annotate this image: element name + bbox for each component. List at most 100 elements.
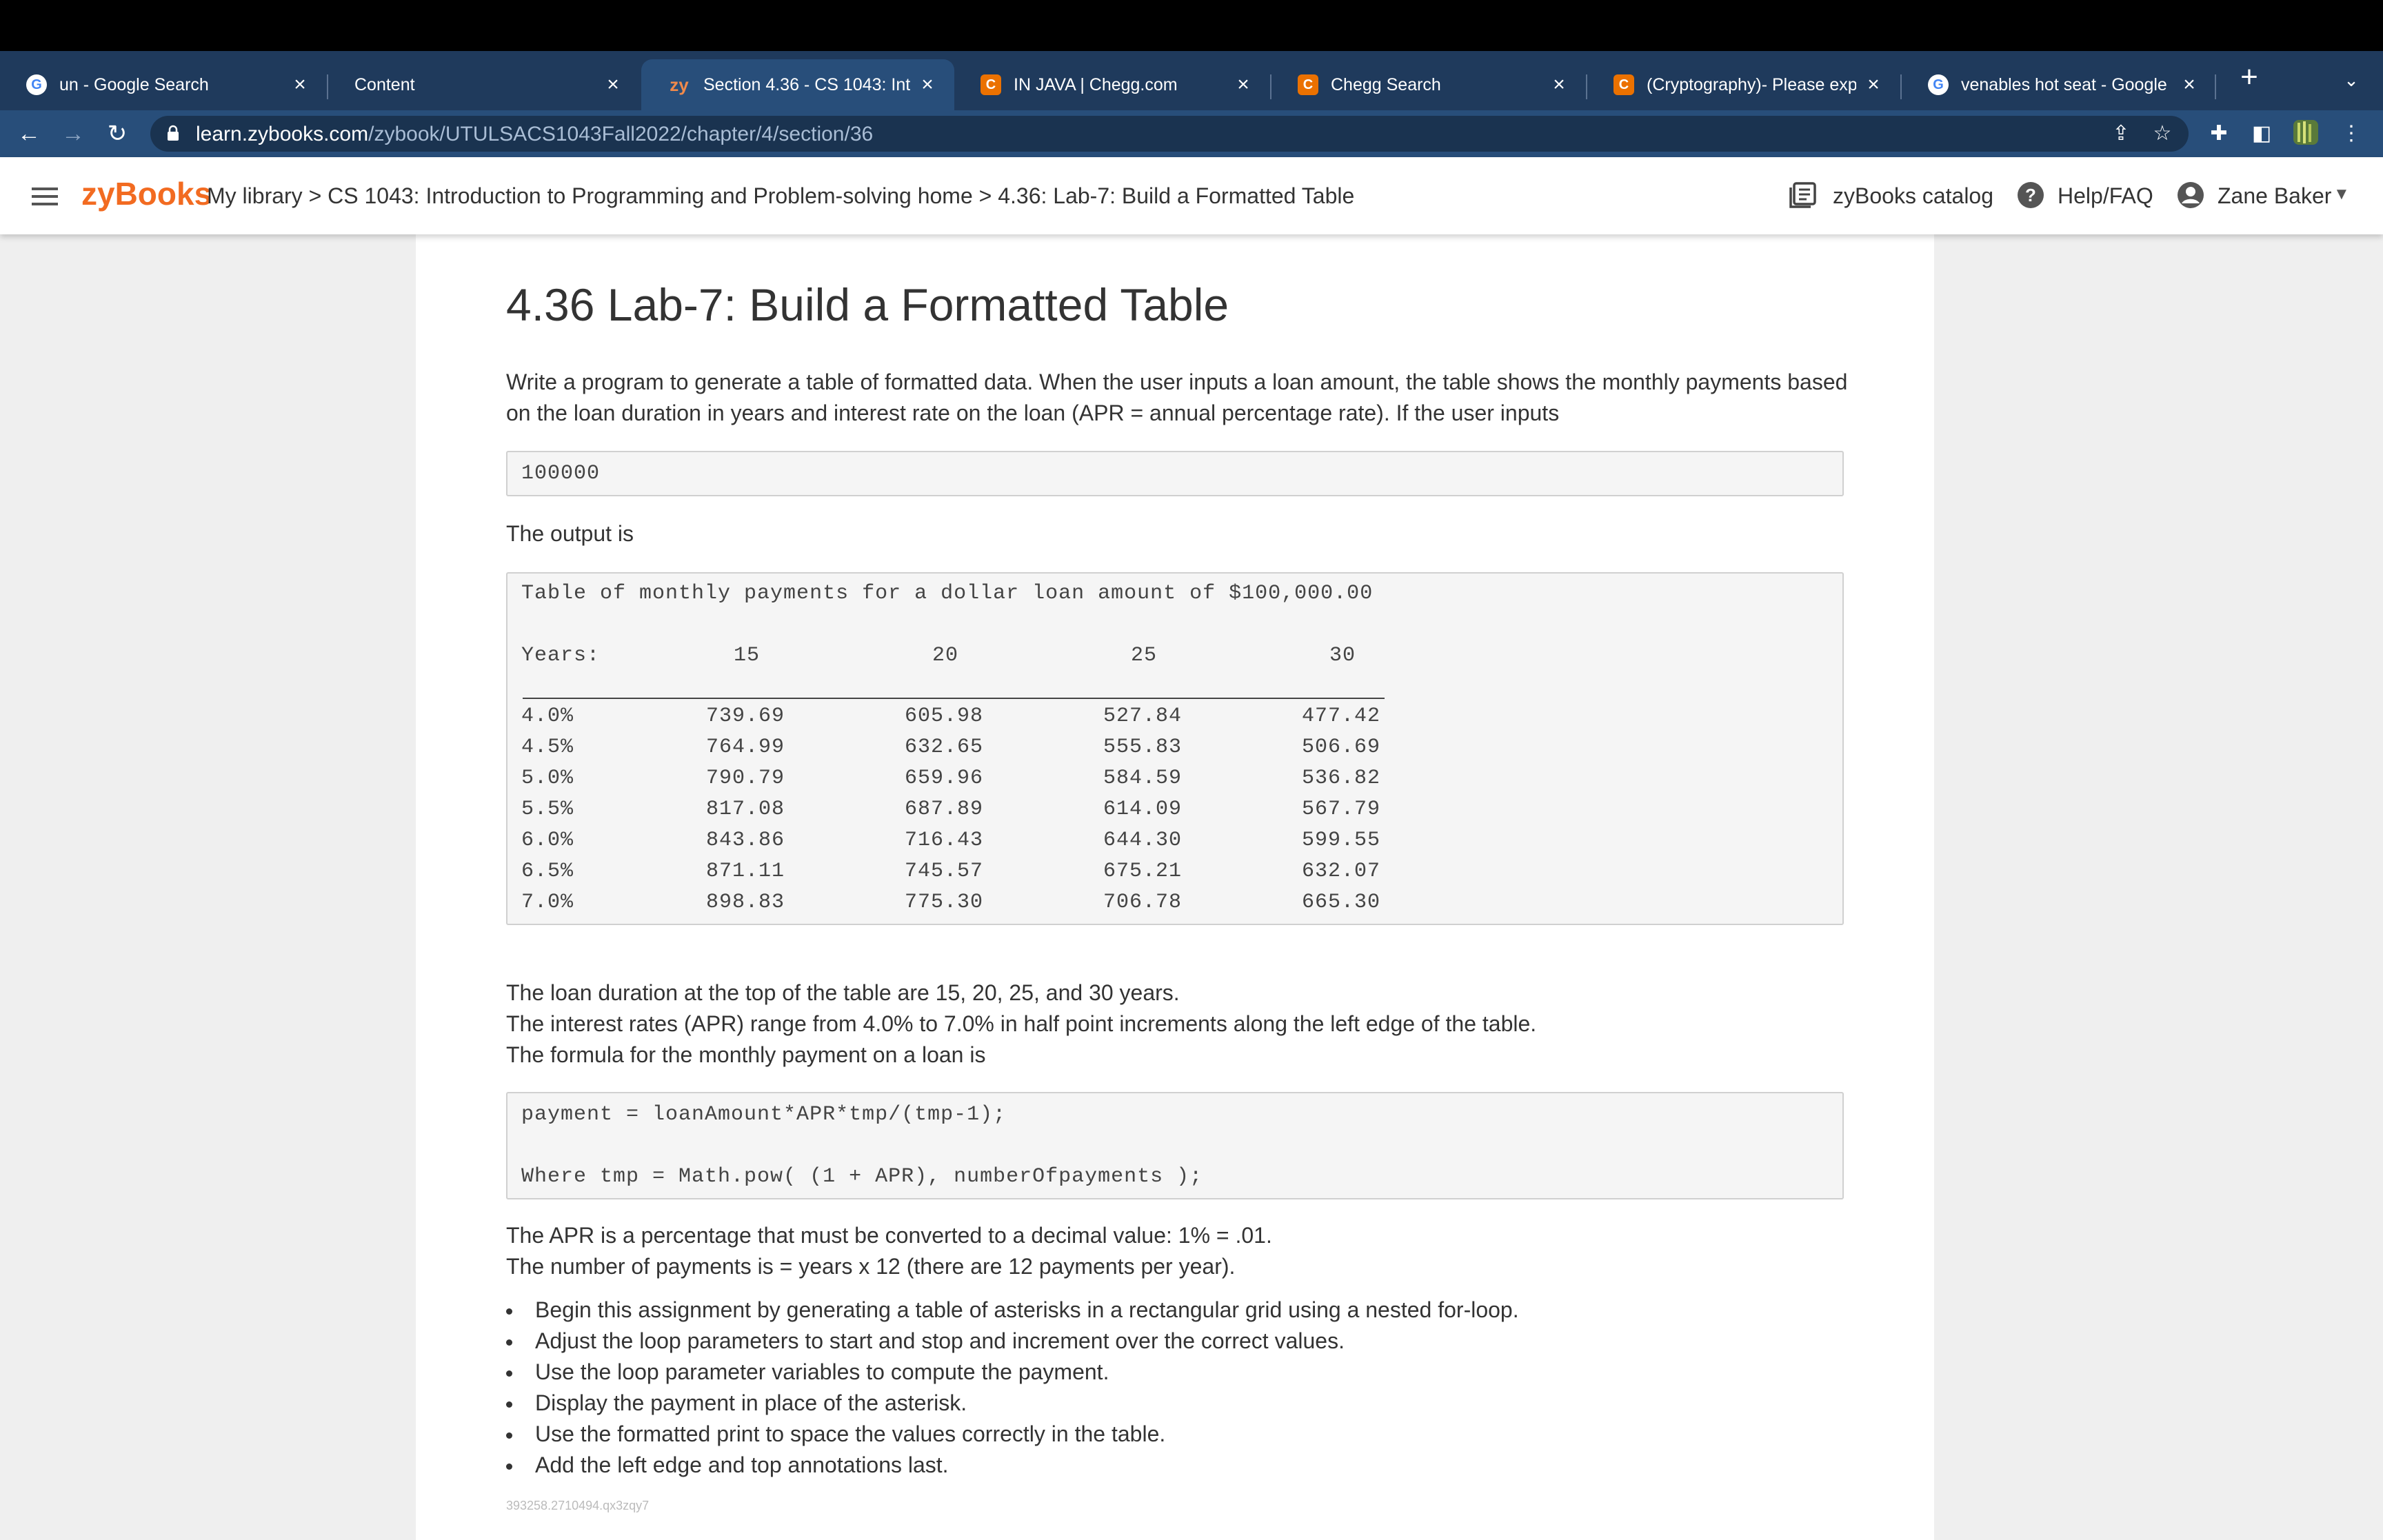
zybooks-header: zyBooks My library > CS 1043: Introducti… xyxy=(0,157,2383,234)
input-example-box: 100000 xyxy=(506,451,1844,496)
rate-cell: 5.5% xyxy=(521,798,574,821)
tab-title: Section 4.36 - CS 1043: Intro xyxy=(703,74,910,94)
payment-cell: 843.86 xyxy=(706,829,785,852)
tab-title: Chegg Search xyxy=(1331,74,1441,94)
payment-cell: 506.69 xyxy=(1302,736,1381,759)
tab-content[interactable]: ✎ Content × xyxy=(328,59,765,314)
payment-cell: 665.30 xyxy=(1302,891,1381,914)
payment-cell: 584.59 xyxy=(1103,767,1183,790)
tab-title: un - Google Search xyxy=(59,74,209,94)
payment-cell: 871.11 xyxy=(706,860,785,883)
share-icon[interactable]: ⇪ xyxy=(2107,120,2135,148)
bookmark-star-icon[interactable]: ☆ xyxy=(2149,120,2176,148)
tab-google-search[interactable]: G un - Google Search × xyxy=(0,59,327,110)
lock-icon xyxy=(168,125,179,141)
table-divider xyxy=(523,698,1385,699)
new-tab-plus-icon[interactable]: + xyxy=(2233,61,2266,94)
payment-cell: 632.07 xyxy=(1302,860,1381,883)
note-line-1: The APR is a percentage that must be con… xyxy=(506,1223,1272,1248)
payment-cell: 675.21 xyxy=(1103,860,1183,883)
close-icon[interactable]: × xyxy=(2179,73,2200,97)
tab-title: IN JAVA | Chegg.com xyxy=(1014,74,1178,94)
payment-cell: 659.96 xyxy=(905,767,984,790)
note-line-2: The number of payments is = years x 12 (… xyxy=(506,1254,1236,1279)
payment-cell: 567.79 xyxy=(1302,798,1381,821)
table-title: Table of monthly payments for a dollar l… xyxy=(521,582,1374,605)
tab-chegg-cryptography[interactable]: C (Cryptography)- Please expl × xyxy=(1587,59,1900,110)
payment-cell: 536.82 xyxy=(1302,767,1381,790)
close-icon[interactable]: × xyxy=(1233,73,1254,97)
help-icon[interactable]: ? xyxy=(2016,181,2045,210)
avatar-image xyxy=(2293,120,2318,145)
browser-tab-strip: G un - Google Search × ✎ Content × zy Se… xyxy=(0,51,2383,314)
tab-separator xyxy=(2215,74,2216,99)
zybooks-icon: zy xyxy=(670,74,689,95)
payment-cell: 745.57 xyxy=(905,860,984,883)
url-text: learn.zybooks.com/zybook/UTULSACS1043Fal… xyxy=(196,123,873,146)
profile-avatar-icon[interactable] xyxy=(2291,119,2321,149)
browser-menu-kebab-icon[interactable]: ⋮ xyxy=(2336,119,2366,149)
rate-cell: 6.5% xyxy=(521,860,574,883)
list-item: Begin this assignment by generating a ta… xyxy=(506,1295,1519,1326)
payment-cell: 817.08 xyxy=(706,798,785,821)
url-host: learn.zybooks.com xyxy=(196,123,369,145)
code-line-payment: payment = loanAmount*APR*tmp/(tmp-1); xyxy=(521,1103,1007,1126)
tab-zybooks-section[interactable]: zy Section 4.36 - CS 1043: Intro × xyxy=(641,59,954,110)
svg-text:?: ? xyxy=(2025,185,2036,205)
tab-search-chevron-icon[interactable]: ⌄ xyxy=(2337,66,2365,94)
user-name[interactable]: Zane Baker xyxy=(2218,183,2331,209)
side-panel-icon[interactable]: ◧ xyxy=(2246,119,2277,149)
payment-cell: 477.42 xyxy=(1302,705,1381,728)
hamburger-menu-icon[interactable] xyxy=(32,188,58,205)
payment-cell: 555.83 xyxy=(1103,736,1183,759)
tab-title: (Cryptography)- Please expl xyxy=(1647,74,1856,94)
close-icon[interactable]: × xyxy=(603,73,623,97)
rate-cell: 4.5% xyxy=(521,736,574,759)
tab-chegg-search[interactable]: C Chegg Search × xyxy=(1271,59,1586,110)
close-icon[interactable]: × xyxy=(1549,73,1569,97)
close-icon[interactable]: × xyxy=(1863,73,1884,97)
chegg-icon: C xyxy=(981,74,1001,95)
catalog-link[interactable]: zyBooks catalog xyxy=(1833,183,1993,209)
url-path: /zybook/UTULSACS1043Fall2022/chapter/4/s… xyxy=(368,123,874,145)
payment-cell: 527.84 xyxy=(1103,705,1183,728)
input-example-value: 100000 xyxy=(521,462,601,485)
list-item: Use the formatted print to space the val… xyxy=(506,1419,1519,1450)
payment-cell: 739.69 xyxy=(706,705,785,728)
caret-down-icon[interactable]: ▼ xyxy=(2333,185,2350,204)
years-label: Years: xyxy=(521,644,601,667)
extensions-puzzle-icon[interactable]: ✚ xyxy=(2204,119,2234,149)
payment-cell: 599.55 xyxy=(1302,829,1381,852)
os-menu-bar xyxy=(0,0,2383,51)
breadcrumb[interactable]: My library > CS 1043: Introduction to Pr… xyxy=(207,183,1354,209)
year-header: 30 xyxy=(1329,644,1356,667)
tab-title: venables hot seat - Google S xyxy=(1961,74,2172,94)
back-arrow-icon[interactable]: ← xyxy=(14,119,44,149)
google-icon: G xyxy=(1928,74,1949,95)
payment-cell: 632.65 xyxy=(905,736,984,759)
description-line-1: The loan duration at the top of the tabl… xyxy=(506,980,1180,1005)
rate-cell: 4.0% xyxy=(521,705,574,728)
close-icon[interactable]: × xyxy=(917,73,938,97)
forward-arrow-icon[interactable]: → xyxy=(58,119,88,149)
year-header: 20 xyxy=(932,644,959,667)
zybooks-logo[interactable]: zyBooks xyxy=(81,175,212,212)
list-item: Use the loop parameter variables to comp… xyxy=(506,1357,1519,1388)
description-line-2: The interest rates (APR) range from 4.0%… xyxy=(506,1011,1537,1036)
tab-google-venables[interactable]: G venables hot seat - Google S × xyxy=(1902,59,2216,110)
user-account-icon[interactable] xyxy=(2176,181,2205,210)
close-icon[interactable]: × xyxy=(290,73,310,97)
description-line-3: The formula for the monthly payment on a… xyxy=(506,1042,986,1067)
catalog-icon[interactable] xyxy=(1789,181,1818,210)
output-table-box: Table of monthly payments for a dollar l… xyxy=(506,572,1844,925)
payment-cell: 716.43 xyxy=(905,829,984,852)
chegg-icon: C xyxy=(1613,74,1634,95)
formula-code-box: payment = loanAmount*APR*tmp/(tmp-1); Wh… xyxy=(506,1092,1844,1199)
help-faq-link[interactable]: Help/FAQ xyxy=(2058,183,2153,209)
address-bar[interactable]: learn.zybooks.com/zybook/UTULSACS1043Fal… xyxy=(150,116,2189,152)
payment-cell: 605.98 xyxy=(905,705,984,728)
year-header: 15 xyxy=(734,644,761,667)
tab-chegg-java[interactable]: C IN JAVA | Chegg.com × xyxy=(954,59,1270,110)
google-icon: G xyxy=(26,74,47,95)
reload-icon[interactable]: ↻ xyxy=(102,119,132,149)
